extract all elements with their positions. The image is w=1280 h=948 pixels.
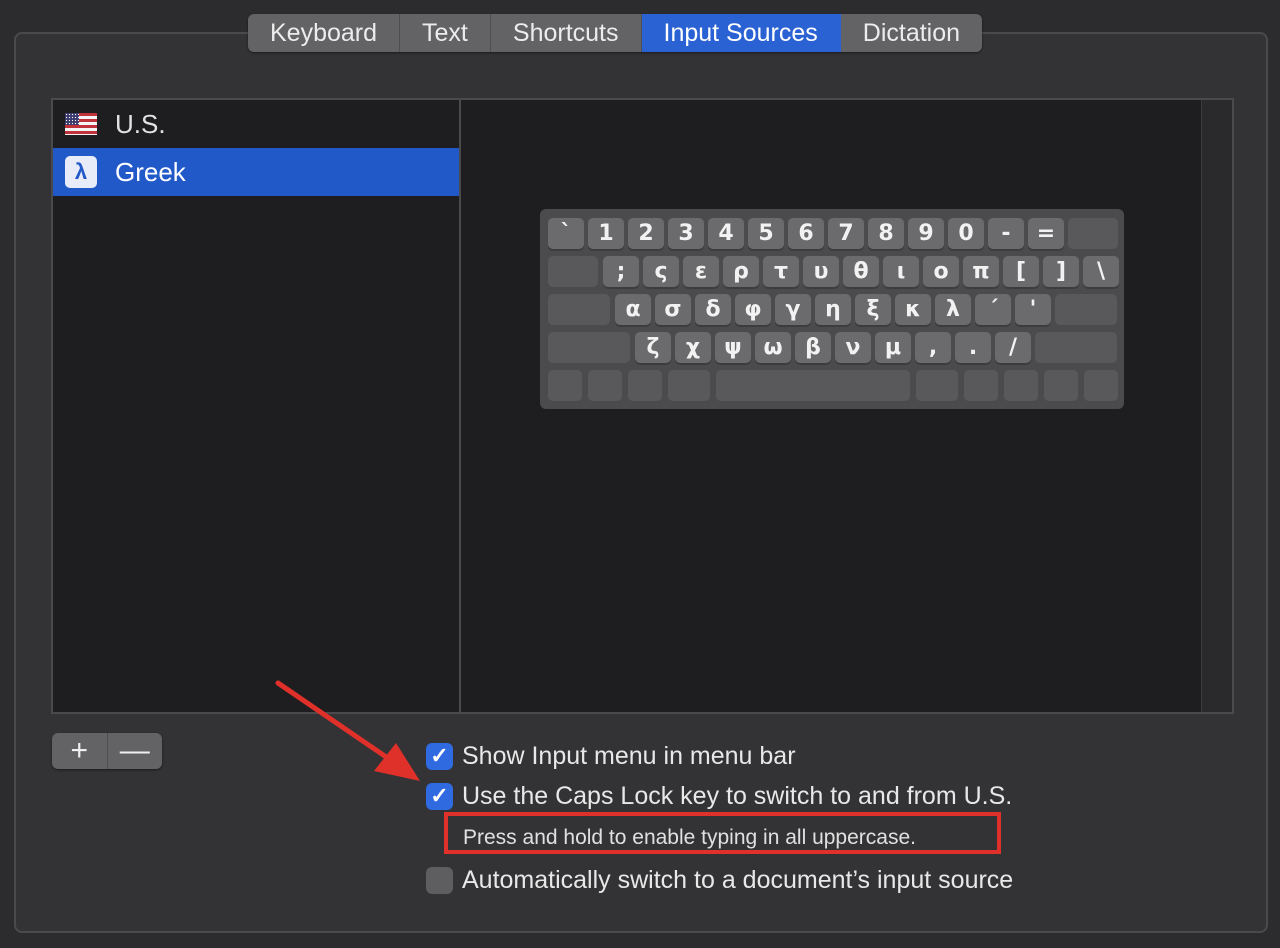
show-input-menu-option: ✓ Show Input menu in menu bar bbox=[426, 736, 1013, 776]
keyboard-key: 3 bbox=[668, 218, 704, 249]
keyboard-key: ζ bbox=[635, 332, 671, 363]
keyboard-key: ` bbox=[548, 218, 584, 249]
option-label: Use the Caps Lock key to switch to and f… bbox=[462, 781, 1013, 810]
keyboard-key: 8 bbox=[868, 218, 904, 249]
keyboard-key: ' bbox=[1015, 294, 1051, 325]
keyboard-key: , bbox=[915, 332, 951, 363]
tab-dictation[interactable]: Dictation bbox=[841, 14, 982, 52]
caps-lock-option: ✓ Use the Caps Lock key to switch to and… bbox=[426, 776, 1013, 816]
keyboard-key: π bbox=[963, 256, 999, 287]
remove-source-button[interactable]: — bbox=[108, 733, 163, 769]
keyboard-modifier-key bbox=[628, 370, 662, 401]
keyboard-key: 9 bbox=[908, 218, 944, 249]
keyboard-key: θ bbox=[843, 256, 879, 287]
keyboard-key: ε bbox=[683, 256, 719, 287]
keyboard-key: 5 bbox=[748, 218, 784, 249]
keyboard-key: / bbox=[995, 332, 1031, 363]
keyboard-key: . bbox=[955, 332, 991, 363]
keyboard-modifier-key bbox=[916, 370, 958, 401]
keyboard-modifier-key bbox=[548, 294, 610, 325]
keyboard-key: κ bbox=[895, 294, 931, 325]
keyboard-modifier-key bbox=[1055, 294, 1117, 325]
keyboard-modifier-key bbox=[1044, 370, 1078, 401]
keyboard-modifier-key bbox=[1035, 332, 1117, 363]
keyboard-modifier-key bbox=[588, 370, 622, 401]
caps-lock-checkbox[interactable]: ✓ bbox=[426, 782, 453, 810]
keyboard-key: 1 bbox=[588, 218, 624, 249]
source-item-greek[interactable]: λ Greek bbox=[53, 148, 459, 196]
tab-bar: Keyboard Text Shortcuts Input Sources Di… bbox=[248, 14, 983, 52]
keyboard-modifier-key bbox=[1004, 370, 1038, 401]
keyboard-key: 2 bbox=[628, 218, 664, 249]
keyboard-key: ψ bbox=[715, 332, 751, 363]
tab-text[interactable]: Text bbox=[400, 14, 491, 52]
keyboard-key: ι bbox=[883, 256, 919, 287]
keyboard-key: = bbox=[1028, 218, 1064, 249]
keyboard-key: - bbox=[988, 218, 1024, 249]
keyboard-key: σ bbox=[655, 294, 691, 325]
tab-shortcuts[interactable]: Shortcuts bbox=[491, 14, 642, 52]
keyboard-key: μ bbox=[875, 332, 911, 363]
keyboard-key: γ bbox=[775, 294, 811, 325]
tab-input-sources[interactable]: Input Sources bbox=[641, 14, 841, 52]
auto-switch-option: Automatically switch to a document’s inp… bbox=[426, 860, 1013, 900]
keyboard-modifier-key bbox=[1084, 370, 1118, 401]
keyboard-key: δ bbox=[695, 294, 731, 325]
keyboard-modifier-key bbox=[716, 370, 910, 401]
keyboard-key: β bbox=[795, 332, 831, 363]
source-label: U.S. bbox=[115, 108, 166, 139]
keyboard-key: 7 bbox=[828, 218, 864, 249]
keyboard-key: ξ bbox=[855, 294, 891, 325]
keyboard-key: [ bbox=[1003, 256, 1039, 287]
keyboard-key: ς bbox=[643, 256, 679, 287]
keyboard-key: ] bbox=[1043, 256, 1079, 287]
keyboard-key: χ bbox=[675, 332, 711, 363]
add-source-button[interactable]: + bbox=[52, 733, 108, 769]
annotation-highlight-box bbox=[444, 812, 1001, 854]
keyboard-key: 4 bbox=[708, 218, 744, 249]
us-flag-icon bbox=[65, 113, 97, 135]
keyboard-key: λ bbox=[935, 294, 971, 325]
source-item-us[interactable]: U.S. bbox=[53, 100, 459, 148]
keyboard-modifier-key bbox=[548, 370, 582, 401]
source-label: Greek bbox=[115, 156, 186, 187]
keyboard-modifier-key bbox=[1068, 218, 1118, 249]
tab-keyboard[interactable]: Keyboard bbox=[248, 14, 401, 52]
keyboard-modifier-key bbox=[668, 370, 710, 401]
keyboard-key: 0 bbox=[948, 218, 984, 249]
keyboard-key: φ bbox=[735, 294, 771, 325]
keyboard-key: ρ bbox=[723, 256, 759, 287]
keyboard-key: ; bbox=[603, 256, 639, 287]
option-label: Show Input menu in menu bar bbox=[462, 741, 796, 770]
keyboard-key: ο bbox=[923, 256, 959, 287]
show-input-menu-checkbox[interactable]: ✓ bbox=[426, 742, 453, 770]
keyboard-key: \ bbox=[1083, 256, 1119, 287]
keyboard-modifier-key bbox=[548, 332, 630, 363]
keyboard-layout-preview: ` 1 2 3 4 5 6 7 8 9 0- =; ς ε ρ τ υ θ ι ο π[] \ α σ δ φ γ η ξ κ λ ΄ ' ζ χ ψ… bbox=[540, 209, 1124, 409]
list-controls: + — bbox=[52, 733, 162, 769]
keyboard-key: ΄ bbox=[975, 294, 1011, 325]
keyboard-key: η bbox=[815, 294, 851, 325]
keyboard-key: ω bbox=[755, 332, 791, 363]
keyboard-modifier-key bbox=[964, 370, 998, 401]
scrollbar[interactable] bbox=[1201, 100, 1232, 712]
keyboard-key: τ bbox=[763, 256, 799, 287]
auto-switch-checkbox[interactable] bbox=[426, 866, 453, 894]
keyboard-key: 6 bbox=[788, 218, 824, 249]
greek-lambda-icon: λ bbox=[65, 156, 97, 188]
input-source-container: U.S. λ Greek ` 1 2 3 4 5 6 7 8 9 0- =; ς ε ρ τ υ θ ι ο π[] \ α… bbox=[51, 98, 1234, 714]
keyboard-key: α bbox=[615, 294, 651, 325]
input-source-list: U.S. λ Greek bbox=[53, 100, 461, 712]
keyboard-key: υ bbox=[803, 256, 839, 287]
keyboard-key: ν bbox=[835, 332, 871, 363]
annotation-arrow bbox=[275, 680, 420, 781]
keyboard-modifier-key bbox=[548, 256, 598, 287]
option-label: Automatically switch to a document’s inp… bbox=[462, 865, 1014, 894]
